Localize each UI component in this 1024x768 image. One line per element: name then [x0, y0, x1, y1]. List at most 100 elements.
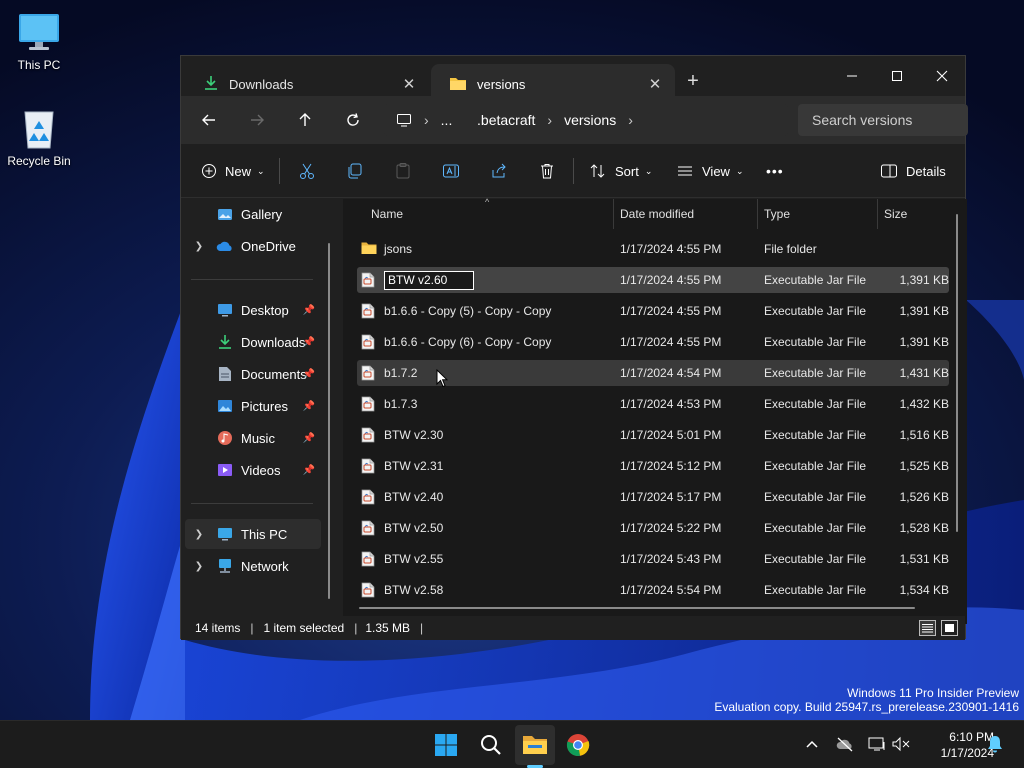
chevron-right-icon[interactable]: ❯: [189, 561, 209, 572]
paste-button[interactable]: [394, 144, 412, 198]
table-row[interactable]: BTW v2.40 1/17/2024 5:17 PM Executable Jar…: [357, 484, 949, 510]
cell-size: 1,526 KB: [899, 490, 949, 504]
desktop-icon-recycle-bin[interactable]: Recycle Bin: [1, 106, 77, 168]
details-view-toggle[interactable]: [919, 620, 936, 636]
copy-button[interactable]: [346, 144, 364, 198]
more-options-button[interactable]: •••: [766, 144, 784, 198]
table-row[interactable]: b1.7.3 1/17/2024 4:53 PM Executable Jar Fi…: [357, 391, 949, 417]
details-label: Details: [906, 163, 946, 179]
start-button[interactable]: [426, 725, 466, 765]
sidebar-item-gallery[interactable]: Gallery: [185, 199, 321, 229]
tiles-view-toggle[interactable]: [941, 620, 958, 636]
cell-date-modified: 1/17/2024 4:54 PM: [620, 366, 722, 380]
pin-icon[interactable]: 📌: [303, 369, 315, 380]
close-window-button[interactable]: [919, 62, 965, 90]
system-clock[interactable]: 6:10 PM 1/17/2024: [914, 729, 994, 761]
column-divider[interactable]: [613, 199, 614, 229]
rename-input[interactable]: BTW v2.60: [384, 270, 474, 290]
refresh-button[interactable]: [339, 108, 367, 132]
breadcrumb-versions[interactable]: versions: [564, 112, 616, 128]
back-button[interactable]: [195, 108, 223, 132]
breadcrumb-overflow[interactable]: ...: [441, 112, 453, 128]
computer-icon: [396, 112, 412, 128]
chevron-right-icon[interactable]: ❯: [189, 241, 209, 252]
column-header-name[interactable]: Name ^: [371, 197, 611, 229]
up-button[interactable]: [291, 108, 319, 132]
close-tab-icon[interactable]: ✕: [645, 75, 665, 93]
sidebar-item-this-pc[interactable]: ❯ This PC: [185, 519, 321, 549]
clock-time: 6:10 PM: [949, 730, 994, 744]
desktop-icon-label: This PC: [17, 58, 61, 72]
notifications-button[interactable]: [986, 734, 1004, 757]
sidebar-item-label: This PC: [241, 526, 288, 542]
table-row[interactable]: jsons 1/17/2024 4:55 PM File folder: [357, 236, 949, 262]
share-button[interactable]: [490, 144, 508, 198]
new-button[interactable]: New ⌄: [201, 144, 265, 198]
show-hidden-icons-button[interactable]: [801, 733, 823, 755]
search-input[interactable]: Search versions: [798, 104, 968, 136]
pin-icon[interactable]: 📌: [303, 465, 315, 476]
maximize-button[interactable]: [874, 62, 920, 90]
rename-button[interactable]: [442, 144, 460, 198]
chevron-right-icon[interactable]: ❯: [189, 529, 209, 540]
cell-date-modified: 1/17/2024 4:55 PM: [620, 304, 722, 318]
vertical-scrollbar[interactable]: [956, 214, 958, 532]
table-row[interactable]: BTW v2.60 1/17/2024 4:55 PM Executable Jar…: [357, 267, 949, 293]
forward-button[interactable]: [243, 108, 271, 132]
column-divider[interactable]: [877, 199, 878, 229]
chrome-taskbar-button[interactable]: [558, 725, 598, 765]
new-tab-button[interactable]: +: [681, 70, 705, 93]
sidebar-divider: [191, 503, 313, 504]
column-header-size[interactable]: Size: [884, 199, 954, 229]
breadcrumb-betacraft[interactable]: .betacraft: [477, 112, 535, 128]
sidebar-scrollbar[interactable]: [328, 243, 330, 599]
cut-button[interactable]: [298, 144, 316, 198]
cell-size: [877, 236, 949, 262]
plus-circle-icon: [201, 163, 217, 179]
table-row[interactable]: b1.6.6 - Copy (5) - Copy - Copy 1/17/2024…: [357, 298, 949, 324]
sidebar-item-onedrive[interactable]: ❯ OneDrive: [185, 231, 321, 261]
sidebar-item-network[interactable]: ❯ Network: [185, 551, 321, 581]
column-divider[interactable]: [757, 199, 758, 229]
cell-date-modified: 1/17/2024 5:01 PM: [620, 428, 722, 442]
sidebar-item-pictures[interactable]: Pictures 📌: [185, 391, 321, 421]
sort-button[interactable]: Sort ⌄: [589, 144, 652, 198]
jar-icon: [361, 334, 377, 350]
table-row[interactable]: BTW v2.50 1/17/2024 5:22 PM Executable Jar…: [357, 515, 949, 541]
pin-icon[interactable]: 📌: [303, 337, 315, 348]
view-button[interactable]: View ⌄: [676, 144, 744, 198]
close-tab-icon[interactable]: ✕: [399, 75, 419, 93]
table-row[interactable]: BTW v2.55 1/17/2024 5:43 PM Executable Jar…: [357, 546, 949, 572]
pin-icon[interactable]: 📌: [303, 401, 315, 412]
pin-icon[interactable]: 📌: [303, 433, 315, 444]
volume-tray-button[interactable]: [890, 733, 912, 755]
cell-name: b1.6.6 - Copy (6) - Copy - Copy: [357, 329, 607, 355]
pin-icon[interactable]: 📌: [303, 305, 315, 316]
table-row[interactable]: b1.6.6 - Copy (6) - Copy - Copy 1/17/2024…: [357, 329, 949, 355]
cell-size: 1,534 KB: [899, 583, 949, 597]
table-row[interactable]: BTW v2.31 1/17/2024 5:12 PM Executable Jar…: [357, 453, 949, 479]
address-bar[interactable]: › ... › .betacraft › versions ›: [384, 104, 788, 136]
sidebar-item-videos[interactable]: Videos 📌: [185, 455, 321, 485]
chevron-right-icon[interactable]: ›: [628, 112, 633, 128]
network-tray-button[interactable]: [866, 733, 888, 755]
column-header-date[interactable]: Date modified: [620, 199, 760, 229]
cell-name: b1.7.3: [357, 391, 607, 417]
table-row[interactable]: BTW v2.30 1/17/2024 5:01 PM Executable Jar…: [357, 422, 949, 448]
sidebar-item-downloads[interactable]: Downloads 📌: [185, 327, 321, 357]
details-pane-button[interactable]: Details: [880, 144, 946, 198]
onedrive-tray-button[interactable]: [834, 733, 856, 755]
minimize-button[interactable]: [829, 62, 875, 90]
sort-icon: [589, 162, 607, 180]
file-explorer-taskbar-button[interactable]: [515, 725, 555, 765]
horizontal-scrollbar[interactable]: [359, 607, 915, 609]
sidebar-item-documents[interactable]: Documents 📌: [185, 359, 321, 389]
sidebar-item-label: Documents: [241, 366, 307, 382]
search-button[interactable]: [471, 725, 511, 765]
delete-button[interactable]: [538, 144, 556, 198]
table-row[interactable]: BTW v2.58 1/17/2024 5:54 PM Executable Jar…: [357, 577, 949, 603]
sidebar-item-desktop[interactable]: Desktop 📌: [185, 295, 321, 325]
column-header-type[interactable]: Type: [764, 199, 874, 229]
desktop-icon-this-pc[interactable]: This PC: [1, 10, 77, 72]
sidebar-item-music[interactable]: Music 📌: [185, 423, 321, 453]
